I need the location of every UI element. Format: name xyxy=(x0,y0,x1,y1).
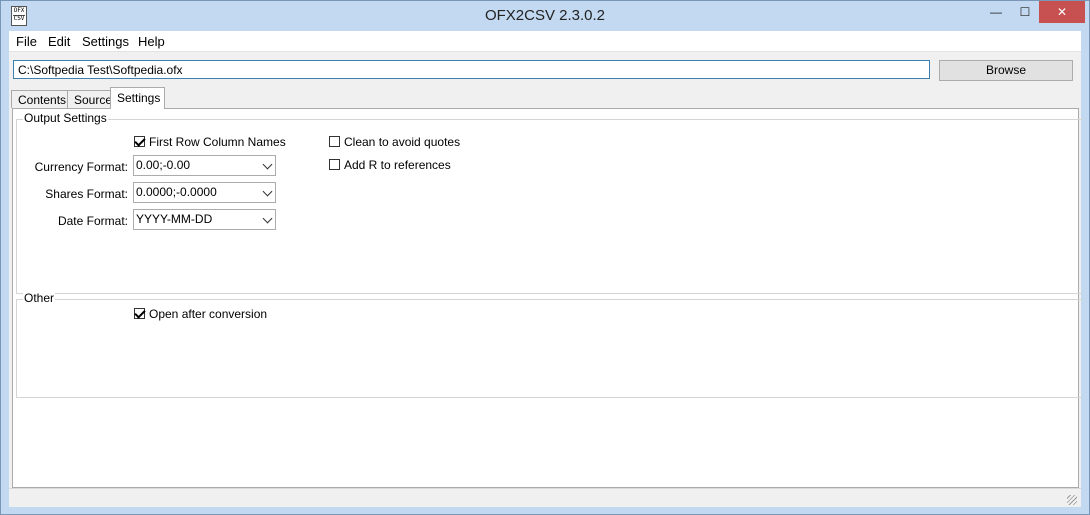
clean-to-avoid-quotes-label[interactable]: Clean to avoid quotes xyxy=(344,135,460,149)
output-settings-group: Output Settings First Row Column Names C… xyxy=(16,111,1083,294)
date-format-value: YYYY-MM-DD xyxy=(136,212,213,226)
currency-format-label: Currency Format: xyxy=(34,160,128,174)
date-format-select[interactable]: YYYY-MM-DD xyxy=(133,209,276,230)
file-path-input[interactable] xyxy=(13,60,930,79)
window-title: OFX2CSV 2.3.0.2 xyxy=(484,7,606,24)
output-settings-title: Output Settings xyxy=(23,111,108,125)
open-after-conversion-label[interactable]: Open after conversion xyxy=(149,307,267,321)
currency-format-select[interactable]: 0.00;-0.00 xyxy=(133,155,276,176)
minimize-button[interactable]: — xyxy=(981,1,1011,23)
first-row-column-names-label[interactable]: First Row Column Names xyxy=(149,135,286,149)
close-button[interactable]: ✕ xyxy=(1039,1,1085,23)
tab-contents[interactable]: Contents xyxy=(11,90,68,108)
tab-settings[interactable]: Settings xyxy=(110,87,165,109)
chevron-down-icon xyxy=(262,213,273,224)
currency-format-value: 0.00;-0.00 xyxy=(136,158,191,172)
tab-source[interactable]: Source xyxy=(67,90,112,108)
application-window: OFX CSV OFX2CSV 2.3.0.2 — ☐ ✕ File Edit … xyxy=(0,0,1090,515)
first-row-column-names-checkbox[interactable] xyxy=(134,136,145,147)
resize-grip-icon[interactable] xyxy=(1067,495,1077,505)
chevron-down-icon xyxy=(262,186,273,197)
browse-button[interactable]: Browse xyxy=(939,60,1073,81)
menu-help[interactable]: Help xyxy=(138,34,165,49)
menu-file[interactable]: File xyxy=(16,34,37,49)
status-bar xyxy=(9,488,1081,507)
other-group: Other Open after conversion xyxy=(16,291,1083,398)
client-area: File Edit Settings Help Browse Contents … xyxy=(9,31,1083,507)
shares-format-label: Shares Format: xyxy=(45,187,128,201)
menu-bar: File Edit Settings Help xyxy=(9,31,1081,52)
menu-edit[interactable]: Edit xyxy=(48,34,70,49)
clean-to-avoid-quotes-checkbox[interactable] xyxy=(329,136,340,147)
title-bar[interactable]: OFX CSV OFX2CSV 2.3.0.2 — ☐ ✕ xyxy=(1,1,1089,31)
settings-tab-panel: Output Settings First Row Column Names C… xyxy=(12,108,1083,488)
date-format-label: Date Format: xyxy=(57,214,128,228)
open-after-conversion-checkbox[interactable] xyxy=(134,308,145,319)
add-r-to-references-label[interactable]: Add R to references xyxy=(344,158,451,172)
add-r-to-references-checkbox[interactable] xyxy=(329,159,340,170)
menu-settings[interactable]: Settings xyxy=(82,34,129,49)
shares-format-select[interactable]: 0.0000;-0.0000 xyxy=(133,182,276,203)
chevron-down-icon xyxy=(262,159,273,170)
shares-format-value: 0.0000;-0.0000 xyxy=(136,185,217,199)
other-title: Other xyxy=(23,291,56,305)
maximize-button[interactable]: ☐ xyxy=(1011,1,1039,23)
